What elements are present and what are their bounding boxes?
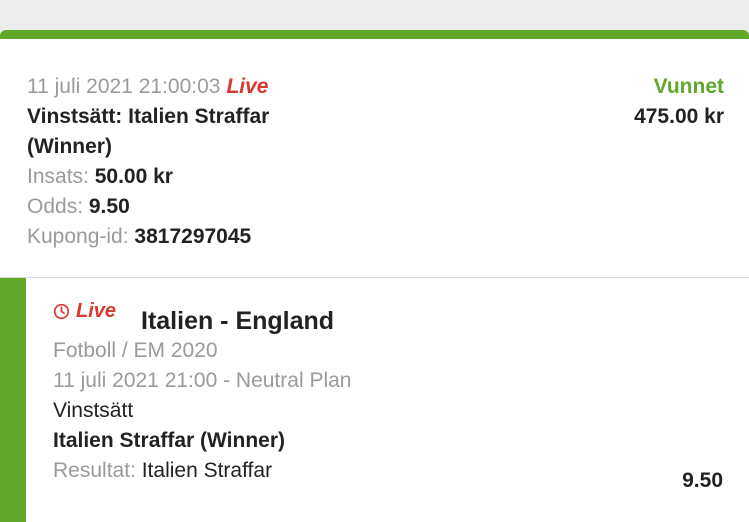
stake-value: 50.00 kr <box>94 165 173 188</box>
event-match-title[interactable]: Italien - England <box>141 307 334 336</box>
bet-summary: 11 juli 2021 21:00:03 Live Vinstsätt: Ita… <box>0 39 749 277</box>
event-market: Vinstsätt <box>53 399 134 422</box>
bet-selection: Vinstsätt: Italien Straffar (Winner) <box>27 105 270 158</box>
bet-payout: 475.00 kr <box>634 105 724 128</box>
bet-status-badge: Vunnet <box>653 75 724 98</box>
clock-icon <box>53 303 70 320</box>
bet-stake-row: Insats: 50.00 kr <box>27 162 347 192</box>
bet-summary-right: Vunnet 475.00 kr <box>634 72 724 132</box>
event-live-label: Live <box>76 300 117 322</box>
bet-coupon-row: Kupong-id: 3817297045 <box>27 222 347 252</box>
bet-live-tag: Live <box>226 75 269 98</box>
event-datetime-venue: 11 juli 2021 21:00 - Neutral Plan <box>53 369 352 392</box>
event-header: Live Italien - England <box>53 298 723 336</box>
bet-summary-left: 11 juli 2021 21:00:03 Live Vinstsätt: Ita… <box>27 72 347 252</box>
bet-datetime-row: 11 juli 2021 21:00:03 Live <box>27 72 347 102</box>
odds-label: Odds: <box>27 195 84 218</box>
event-content: Live Italien - England Fotboll / EM 2020… <box>53 298 723 492</box>
result-value: Italien Straffar <box>141 459 273 482</box>
coupon-label: Kupong-id: <box>27 225 129 248</box>
bet-datetime: 11 juli 2021 21:00:03 <box>27 75 221 98</box>
event-status-bar <box>0 278 26 522</box>
bet-odds-row: Odds: 9.50 <box>27 192 347 222</box>
stake-label: Insats: <box>27 165 89 188</box>
event-odds: 9.50 <box>682 469 723 492</box>
event-selection: Italien Straffar (Winner) <box>53 429 286 452</box>
event-live-badge: Live <box>53 300 116 323</box>
event-row[interactable]: Live Italien - England Fotboll / EM 2020… <box>0 278 749 522</box>
result-label: Resultat: <box>53 459 136 482</box>
event-result-row: Resultat: Italien Straffar <box>53 456 723 486</box>
event-category: Fotboll / EM 2020 <box>53 339 218 362</box>
odds-value: 9.50 <box>88 195 130 218</box>
coupon-value: 3817297045 <box>134 225 252 248</box>
bet-card[interactable]: 11 juli 2021 21:00:03 Live Vinstsätt: Ita… <box>0 30 749 522</box>
